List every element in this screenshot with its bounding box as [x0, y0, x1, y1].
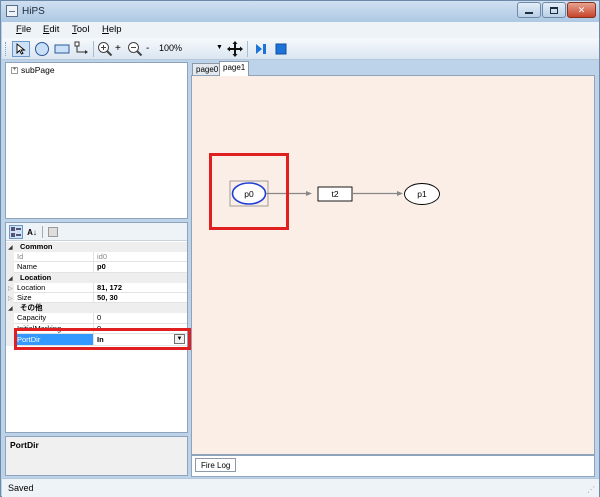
pan-tool-button[interactable] — [226, 41, 243, 57]
menu-edit[interactable]: Edit — [43, 24, 59, 35]
pointer-icon — [16, 43, 26, 55]
property-pages-button[interactable] — [46, 225, 60, 239]
toolbar-separator — [247, 41, 248, 57]
collapse-icon[interactable]: ◢ — [8, 275, 13, 282]
category-common[interactable]: ◢ Common — [6, 242, 187, 253]
window-title: HiPS — [22, 6, 45, 17]
stop-button[interactable] — [272, 41, 289, 57]
place-tool-button[interactable] — [33, 41, 51, 57]
petri-net-diagram: p0 t2 p1 — [229, 180, 440, 207]
zoom-dropdown-icon[interactable]: ▼ — [216, 44, 223, 51]
diagram-canvas[interactable]: p0 t2 p1 — [191, 75, 595, 455]
stop-icon — [275, 43, 286, 55]
close-button[interactable]: ✕ — [567, 2, 596, 18]
category-other[interactable]: ◢ その他 — [6, 303, 187, 314]
tree-item-subpage[interactable]: + subPage — [11, 65, 55, 75]
property-row-capacity[interactable]: Capacity 0 — [6, 313, 187, 324]
close-icon: ✕ — [577, 4, 586, 15]
maximize-button[interactable] — [542, 2, 566, 18]
app-icon — [6, 5, 18, 17]
app-window: HiPS ✕ File Edit Tool Help + - 100% ▼ + … — [0, 0, 600, 497]
zoom-out-button[interactable] — [126, 41, 143, 57]
highlight-box-property — [14, 328, 191, 350]
title-bar[interactable]: HiPS ✕ — [1, 1, 599, 22]
tab-page1[interactable]: page1 — [219, 61, 250, 76]
tab-fire-log[interactable]: Fire Log — [195, 458, 237, 472]
property-row-location[interactable]: ▷ Location 81, 172 — [6, 282, 187, 293]
alphabetical-button[interactable]: A↓ — [25, 225, 39, 239]
highlight-box-diagram — [209, 153, 289, 230]
expand-icon[interactable]: ▷ — [8, 295, 13, 302]
status-text: Saved — [8, 483, 34, 493]
tab-page0[interactable]: page0 — [192, 63, 223, 75]
circle-icon — [35, 42, 49, 56]
property-pages-icon — [48, 227, 58, 237]
menu-help[interactable]: Help — [102, 24, 122, 35]
transition-t2-label: t2 — [331, 189, 338, 199]
expand-icon[interactable]: ▷ — [8, 285, 13, 292]
zoom-level[interactable]: 100% — [159, 43, 182, 53]
property-row-id[interactable]: Id id0 — [6, 252, 187, 263]
arc-tool-button[interactable] — [73, 41, 91, 57]
property-name: Capacity — [14, 313, 94, 324]
category-location[interactable]: ◢ Location — [6, 272, 187, 283]
run-button[interactable] — [252, 41, 269, 57]
property-value[interactable]: p0 — [94, 262, 187, 273]
place-p1-label: p1 — [417, 189, 427, 199]
property-value: id0 — [94, 252, 187, 263]
toolbar-separator — [93, 41, 94, 57]
tree-expand-icon[interactable]: + — [11, 66, 18, 74]
resize-grip-icon[interactable]: ⋰ — [587, 485, 597, 495]
menu-tool[interactable]: Tool — [72, 24, 89, 35]
tree-item-label: subPage — [21, 65, 55, 75]
page-tree-panel: + subPage — [5, 62, 188, 219]
zoom-out-icon — [127, 42, 142, 57]
minimize-icon — [525, 11, 533, 14]
rectangle-icon — [54, 44, 70, 54]
property-description-panel: PortDir — [5, 436, 188, 476]
step-run-icon — [255, 44, 266, 54]
property-row-name[interactable]: Name p0 — [6, 262, 187, 273]
property-value[interactable]: 50, 30 — [94, 293, 187, 304]
status-bar: Saved ⋰ — [2, 478, 599, 497]
property-value[interactable]: 0 — [94, 313, 187, 324]
arc-arrowhead — [306, 191, 312, 196]
property-value[interactable]: 81, 172 — [94, 283, 187, 293]
move-icon — [226, 41, 243, 57]
zoom-in-button[interactable] — [96, 41, 113, 57]
minimize-button[interactable] — [517, 2, 541, 18]
transition-tool-button[interactable] — [53, 41, 71, 57]
property-description-title: PortDir — [10, 440, 39, 450]
zoom-in-icon — [97, 42, 112, 57]
categorized-icon — [11, 227, 21, 237]
menu-bar: File Edit Tool Help — [2, 22, 599, 38]
property-name: Size — [14, 292, 94, 304]
menu-file[interactable]: File — [16, 24, 31, 35]
log-panel: Fire Log — [191, 455, 595, 477]
select-tool-button[interactable] — [12, 41, 30, 57]
maximize-icon — [550, 6, 558, 14]
property-name: Name — [14, 262, 94, 273]
toolbar-separator — [42, 226, 43, 238]
zoom-in-sign: + — [115, 43, 121, 54]
property-name: Id — [14, 252, 94, 263]
sort-az-icon: A↓ — [27, 227, 37, 237]
toolbar: + - 100% ▼ — [2, 38, 599, 60]
zoom-out-sign: - — [146, 43, 150, 54]
collapse-icon[interactable]: ◢ — [8, 305, 13, 312]
categorized-button[interactable] — [9, 225, 23, 239]
toolbar-grip — [5, 42, 8, 56]
collapse-icon[interactable]: ◢ — [8, 244, 13, 251]
property-grid-toolbar: A↓ — [6, 223, 187, 241]
property-name: Location — [14, 282, 94, 293]
property-row-size[interactable]: ▷ Size 50, 30 — [6, 292, 187, 304]
arc-arrowhead — [397, 191, 403, 196]
connector-icon — [74, 41, 88, 54]
